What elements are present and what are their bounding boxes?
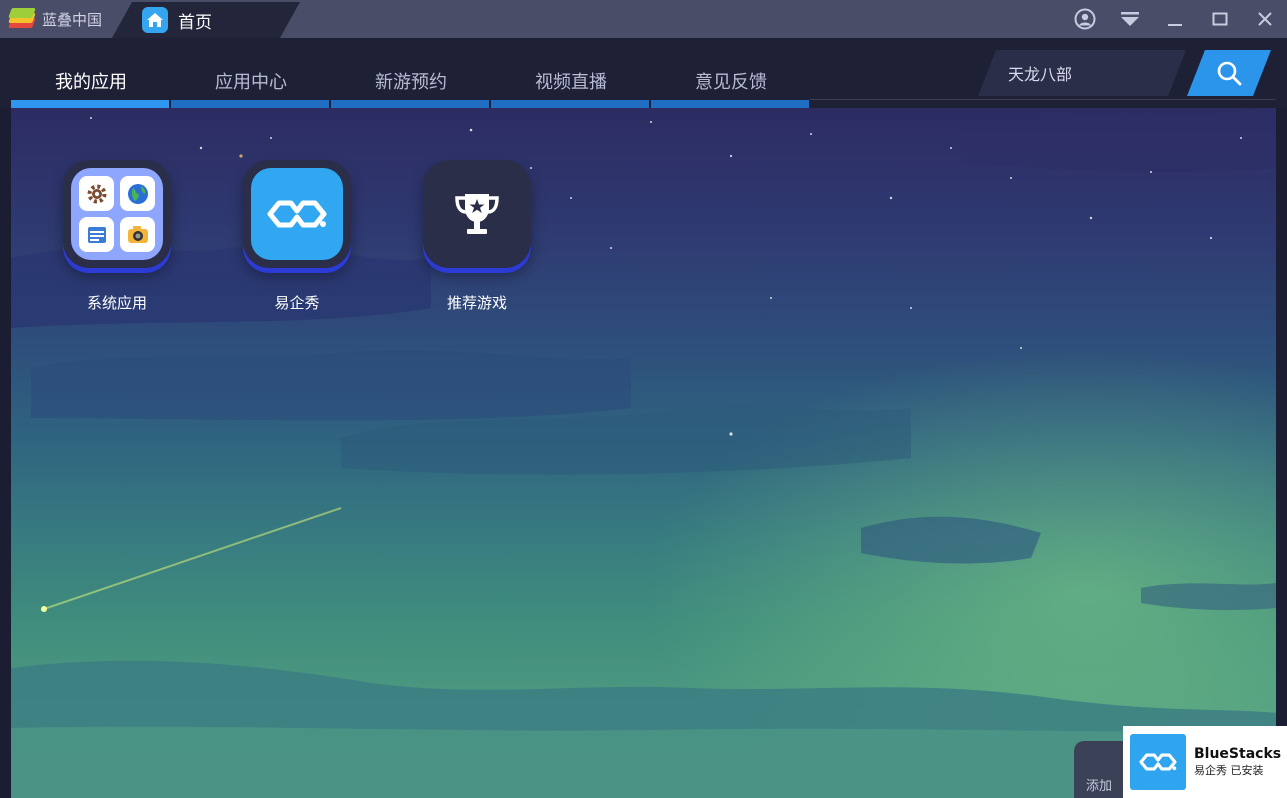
tab-my-apps[interactable]: 我的应用 — [11, 38, 171, 108]
browser-globe-icon — [120, 176, 155, 211]
tab-label: 应用中心 — [215, 72, 287, 93]
system-apps-grid — [79, 176, 155, 252]
app-label: 易企秀 — [274, 294, 320, 312]
tab-home[interactable]: 首页 — [112, 2, 300, 38]
search-box — [978, 50, 1186, 96]
settings-icon — [79, 176, 114, 211]
eqxiu-icon — [1130, 734, 1186, 790]
tab-label: 我的应用 — [55, 72, 127, 93]
app-recommended-games[interactable]: 推荐游戏 — [412, 160, 542, 330]
brand-label: 蓝叠中国 — [42, 10, 103, 29]
tab-indicator — [331, 100, 489, 108]
nav-bar: 我的应用 应用中心 新游预约 视频直播 意见反馈 — [0, 38, 1287, 108]
tab-new-games[interactable]: 新游预约 — [331, 38, 491, 108]
tab-app-center[interactable]: 应用中心 — [171, 38, 331, 108]
tab-indicator — [11, 100, 169, 108]
app-system-apps[interactable]: 系统应用 — [52, 160, 182, 330]
search-input[interactable] — [1008, 50, 1168, 96]
minimize-icon[interactable] — [1152, 0, 1197, 38]
trophy-icon[interactable] — [423, 160, 531, 268]
system-apps-icon[interactable] — [63, 160, 171, 268]
window-controls — [1062, 0, 1287, 38]
title-bar: 蓝叠中国 首页 — [0, 0, 1287, 38]
maximize-icon[interactable] — [1197, 0, 1242, 38]
tab-label: 视频直播 — [535, 72, 607, 93]
wallpaper-image — [11, 108, 1276, 798]
account-icon[interactable] — [1062, 0, 1107, 38]
tab-label: 新游预约 — [375, 72, 447, 93]
tab-indicator — [171, 100, 329, 108]
home-tab-label: 首页 — [178, 12, 212, 33]
nav-tabs: 我的应用 应用中心 新游预约 视频直播 意见反馈 — [11, 38, 811, 108]
camera-icon — [120, 217, 155, 252]
bluestacks-logo-icon — [8, 8, 36, 30]
search-icon — [1217, 61, 1242, 86]
app-label: 系统应用 — [86, 294, 147, 312]
home-screen: 系统应用 易企秀 推荐游戏 — [11, 108, 1276, 798]
app-label: 推荐游戏 — [446, 294, 507, 312]
tab-indicator — [651, 100, 809, 108]
tab-live-video[interactable]: 视频直播 — [491, 38, 651, 108]
file-manager-icon — [79, 217, 114, 252]
add-app-label: 添加 — [1085, 779, 1112, 794]
close-icon[interactable] — [1242, 0, 1287, 38]
install-notification[interactable]: BlueStacks 易企秀 已安装 — [1123, 726, 1287, 798]
tab-indicator — [491, 100, 649, 108]
brand-tab[interactable]: 蓝叠中国 — [0, 0, 112, 38]
dropdown-icon[interactable] — [1107, 0, 1152, 38]
app-eqxiu[interactable]: 易企秀 — [232, 160, 362, 330]
notification-text: BlueStacks 易企秀 已安装 — [1194, 745, 1281, 779]
home-icon — [142, 7, 168, 33]
nav-divider — [810, 99, 1276, 100]
eqxiu-icon[interactable] — [243, 160, 351, 268]
notification-title: BlueStacks — [1194, 746, 1282, 762]
tab-feedback[interactable]: 意见反馈 — [651, 38, 811, 108]
search-button[interactable] — [1187, 50, 1271, 96]
tab-label: 意见反馈 — [695, 72, 767, 93]
notification-message: 易企秀 已安装 — [1194, 764, 1264, 777]
